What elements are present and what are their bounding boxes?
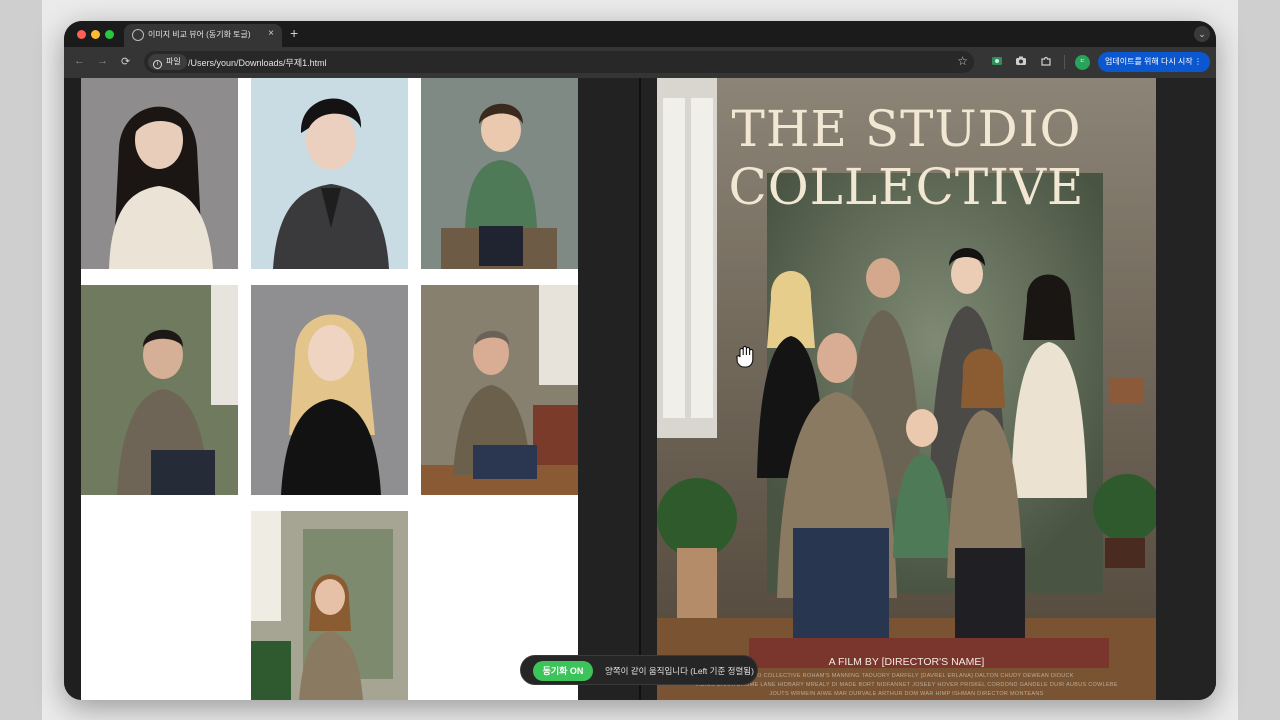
portrait-curly-hair-woman [251, 511, 408, 700]
more-menu-icon[interactable]: ⋮ [1194, 52, 1202, 72]
minimize-window-button[interactable] [91, 30, 100, 39]
portrait-middle-aged-man [81, 285, 238, 495]
maximize-window-button[interactable] [105, 30, 114, 39]
close-window-button[interactable] [77, 30, 86, 39]
screen-margin-left [0, 0, 42, 720]
grab-hand-cursor-icon [733, 343, 759, 369]
portrait-child [421, 78, 578, 269]
url-text[interactable]: /Users/youn/Downloads/무제1.html [188, 56, 327, 69]
tab-search-button[interactable]: ⌄ [1194, 26, 1210, 42]
address-bar[interactable]: i 파일 /Users/youn/Downloads/무제1.html ☆ [144, 51, 974, 73]
extensions-puzzle-icon[interactable] [1039, 55, 1053, 69]
forward-icon[interactable]: → [97, 55, 108, 67]
info-icon: i [153, 60, 162, 69]
poster-billing-block-3: JOUTS WRMEIN AIWE MAR DURVALE ARTHUR DOM… [769, 691, 1044, 697]
new-tab-button[interactable]: + [290, 25, 298, 41]
portrait-older-man [421, 285, 578, 495]
browser-toolbar: ← → ⟳ i 파일 /Users/youn/Downloads/무제1.html… [64, 47, 1216, 78]
tab-strip: 이미지 비교 뷰어 (동기화 토글) × + ⌄ [64, 21, 1216, 47]
reload-icon[interactable]: ⟳ [121, 55, 130, 68]
viewport-right-edge [1156, 78, 1216, 700]
site-info-label: 파일 [166, 57, 181, 66]
profile-avatar[interactable]: ㄷ [1075, 55, 1090, 70]
right-image-pane[interactable]: THE STUDIO COLLECTIVE A FILM BY [DIRECTO… [657, 78, 1156, 700]
sync-control-bar: 동기화 ON 양쪽이 같이 움직입니다 (Left 기준 정렬됨) [520, 655, 758, 685]
restart-to-update-button[interactable]: 업데이트를 위해 다시 시작 ⋮ [1098, 52, 1210, 72]
tab-image-viewer[interactable]: 이미지 비교 뷰어 (동기화 토글) × [124, 24, 282, 47]
sync-status-text: 양쪽이 같이 움직입니다 (Left 기준 정렬됨) [605, 666, 754, 676]
left-image-pane[interactable] [81, 78, 578, 700]
bookmark-star-icon[interactable]: ☆ [957, 54, 968, 68]
portrait-young-man [251, 78, 408, 269]
poster-title-line-2: COLLECTIVE [728, 158, 1085, 216]
sync-toggle-button[interactable]: 동기화 ON [533, 661, 593, 681]
update-button-label: 업데이트를 위해 다시 시작 [1105, 57, 1193, 66]
comparison-divider[interactable] [639, 78, 641, 700]
globe-icon [132, 29, 144, 41]
site-info-chip[interactable]: i 파일 [148, 54, 187, 70]
portrait-young-woman [81, 78, 238, 269]
pane-gutter [578, 78, 657, 700]
extension-media-icon[interactable] [990, 55, 1004, 69]
poster-title-line-1: THE STUDIO [731, 100, 1082, 158]
screen-margin-right [1238, 0, 1280, 720]
browser-window: 이미지 비교 뷰어 (동기화 토글) × + ⌄ ← → ⟳ i 파일 /User… [64, 21, 1216, 700]
back-icon[interactable]: ← [74, 55, 85, 67]
tab-title: 이미지 비교 뷰어 (동기화 토글) [148, 30, 251, 39]
toolbar-separator [1058, 55, 1072, 69]
portrait-blonde-woman [251, 285, 408, 495]
camera-icon[interactable] [1014, 55, 1028, 69]
page-viewport: THE STUDIO COLLECTIVE A FILM BY [DIRECTO… [64, 78, 1216, 700]
tab-close-icon[interactable]: × [268, 28, 274, 39]
